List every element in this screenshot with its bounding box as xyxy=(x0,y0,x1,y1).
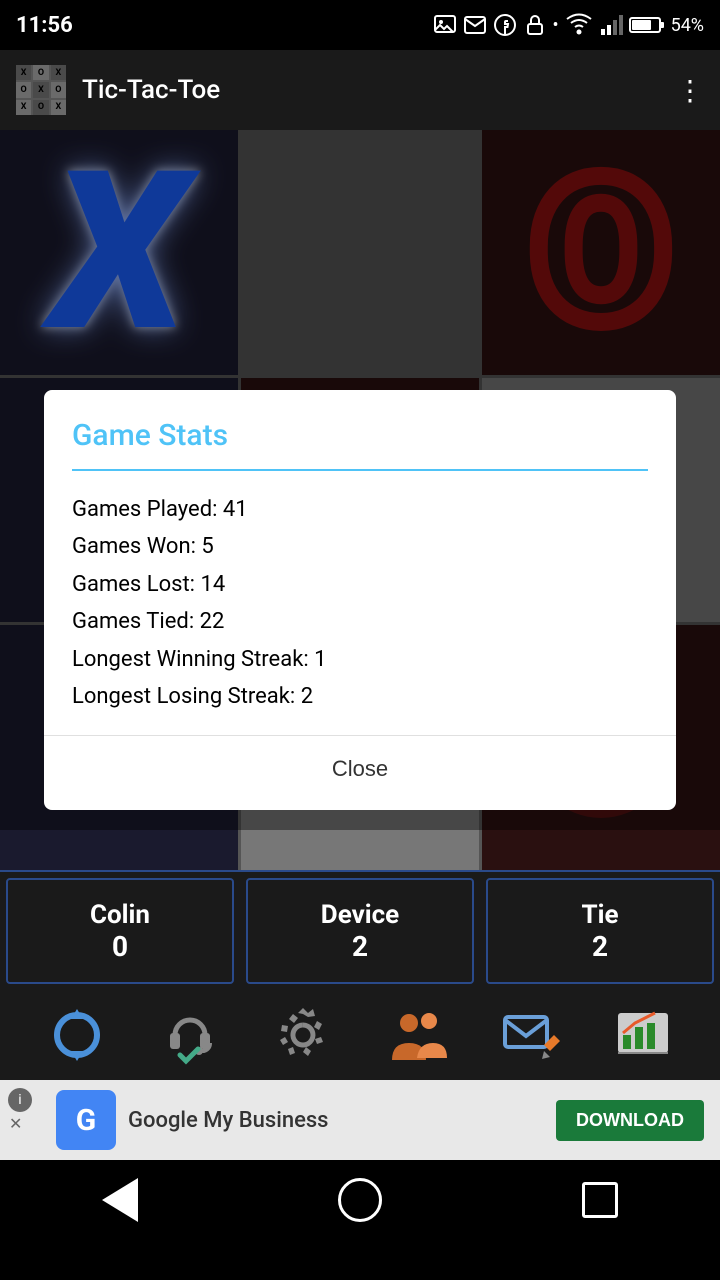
app-title: Tic-Tac-Toe xyxy=(82,75,676,105)
ad-logo: G xyxy=(56,1090,116,1150)
stat-losing-streak: Longest Losing Streak: 2 xyxy=(72,678,648,715)
players-button[interactable] xyxy=(381,999,453,1071)
home-icon xyxy=(338,1178,382,1222)
status-time: 11:56 xyxy=(16,13,73,38)
refresh-button[interactable] xyxy=(41,999,113,1071)
nav-bar xyxy=(0,1160,720,1240)
ad-download-button[interactable]: DOWNLOAD xyxy=(556,1100,704,1141)
lock-icon xyxy=(523,13,547,37)
dialog-content: Games Played: 41 Games Won: 5 Games Lost… xyxy=(44,471,676,735)
stats-icon xyxy=(613,1005,673,1065)
app-bar: X O X O X O X O X Tic-Tac-Toe ⋮ xyxy=(0,50,720,130)
overflow-menu-icon[interactable]: ⋮ xyxy=(676,74,704,107)
back-button[interactable] xyxy=(80,1170,160,1230)
status-bar: 11:56 • xyxy=(0,0,720,50)
ad-info-icon[interactable]: i xyxy=(8,1088,32,1112)
image-icon xyxy=(433,13,457,37)
gmail-icon xyxy=(463,13,487,37)
signal-icon xyxy=(599,13,623,37)
back-icon xyxy=(102,1178,138,1222)
headset-icon xyxy=(160,1005,220,1065)
ad-banner: i ✕ G Google My Business DOWNLOAD xyxy=(0,1080,720,1160)
settings-icon xyxy=(273,1005,333,1065)
stat-games-played: Games Played: 41 xyxy=(72,491,648,528)
score-panel: Colin 0 Device 2 Tie 2 xyxy=(0,870,720,990)
app-icon: X O X O X O X O X xyxy=(16,65,66,115)
ad-logo-letter: G xyxy=(76,1103,96,1138)
stats-button[interactable] xyxy=(607,999,679,1071)
score-tie-label: Tie xyxy=(581,900,618,930)
dot-indicator: • xyxy=(553,15,559,36)
mail-button[interactable] xyxy=(494,999,566,1071)
recents-button[interactable] xyxy=(560,1170,640,1230)
home-button[interactable] xyxy=(320,1170,400,1230)
score-device-label: Device xyxy=(321,900,399,930)
facebook-icon xyxy=(493,13,517,37)
close-button[interactable]: Close xyxy=(308,748,412,790)
wifi-icon xyxy=(565,13,593,37)
status-icons: • 54% xyxy=(433,13,705,37)
headset-button[interactable] xyxy=(154,999,226,1071)
score-colin: Colin 0 xyxy=(6,878,234,984)
settings-button[interactable] xyxy=(267,999,339,1071)
bottom-toolbar xyxy=(0,990,720,1080)
score-colin-value: 0 xyxy=(112,930,128,963)
dialog-actions: Close xyxy=(44,735,676,810)
players-icon xyxy=(387,1005,447,1065)
ad-app-name: Google My Business xyxy=(128,1108,544,1133)
dialog-title: Game Stats xyxy=(44,390,676,469)
score-device: Device 2 xyxy=(246,878,474,984)
refresh-icon xyxy=(47,1005,107,1065)
score-tie: Tie 2 xyxy=(486,878,714,984)
stat-winning-streak: Longest Winning Streak: 1 xyxy=(72,641,648,678)
score-colin-label: Colin xyxy=(90,900,150,930)
stat-games-won: Games Won: 5 xyxy=(72,528,648,565)
mail-icon xyxy=(500,1005,560,1065)
score-tie-value: 2 xyxy=(592,930,608,963)
game-stats-dialog: Game Stats Games Played: 41 Games Won: 5… xyxy=(44,390,676,810)
stat-games-tied: Games Tied: 22 xyxy=(72,603,648,640)
battery-percent: 54% xyxy=(671,15,704,36)
recents-icon xyxy=(582,1182,618,1218)
ad-close-icon[interactable]: ✕ xyxy=(9,1114,22,1133)
battery-icon xyxy=(629,13,665,37)
score-device-value: 2 xyxy=(352,930,368,963)
stat-games-lost: Games Lost: 14 xyxy=(72,566,648,603)
